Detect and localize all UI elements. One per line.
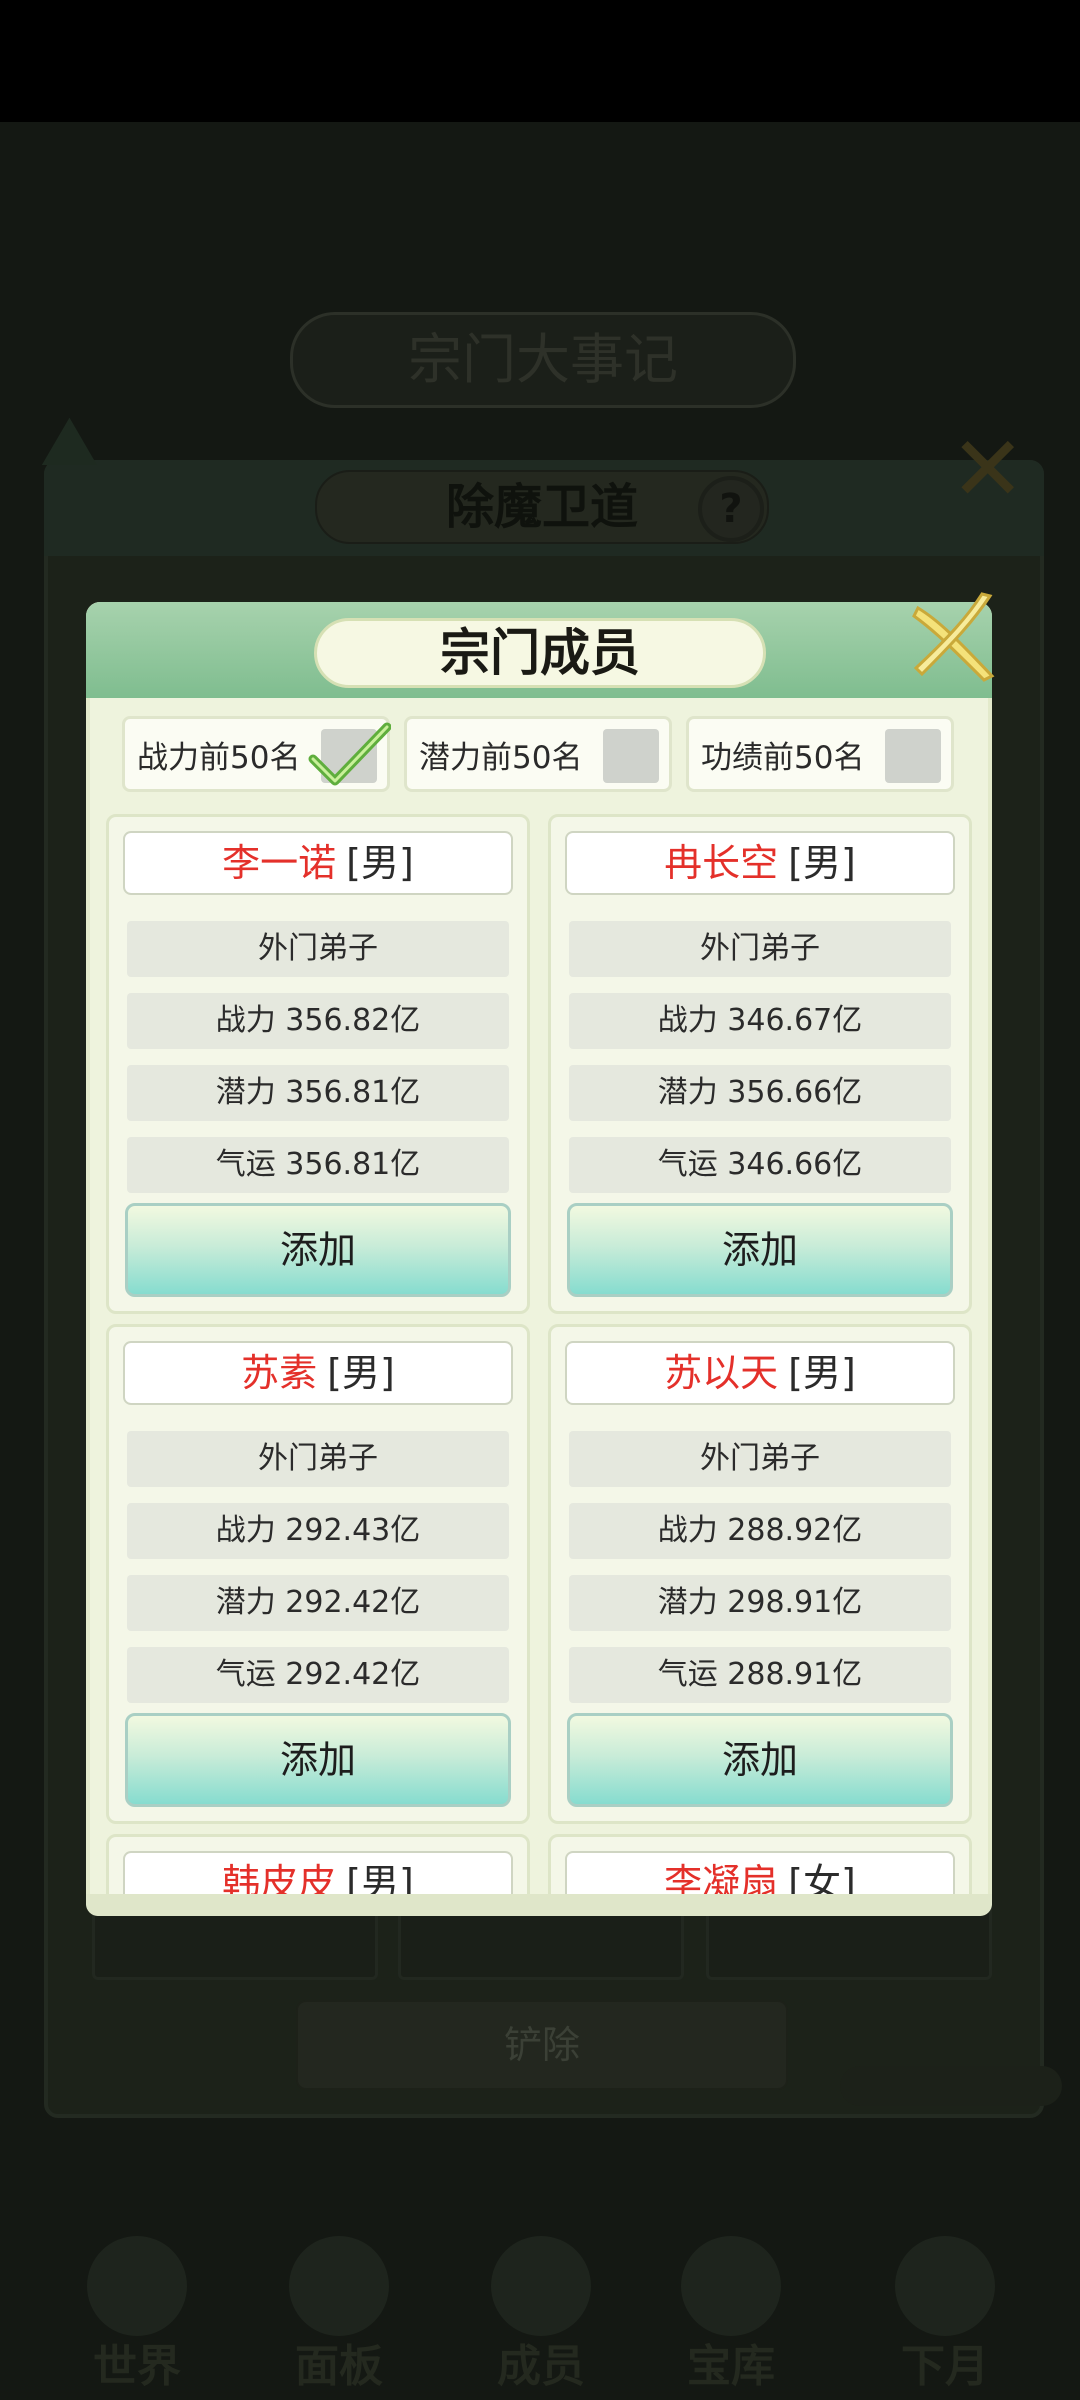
nav-item-members[interactable]: 成员 (466, 2230, 616, 2400)
filter-label: 潜力前50名 (419, 739, 583, 776)
add-member-button[interactable]: 添加 (567, 1713, 953, 1807)
member-name-plate: 李一诺 [男] (123, 831, 513, 895)
checkbox[interactable] (308, 722, 391, 786)
treasury-icon (681, 2236, 781, 2336)
member-gender: [男] (327, 1351, 395, 1395)
panel-icon (289, 2236, 389, 2336)
nav-label: 世界 (93, 2341, 181, 2392)
member-name: 冉长空 (664, 841, 779, 885)
nav-label: 成员 (497, 2341, 585, 2392)
member-name: 李一诺 (222, 841, 337, 885)
member-name: 李凝扇 (664, 1861, 779, 1894)
member-power: 战力 292.43亿 (127, 1503, 509, 1559)
checkbox[interactable] (603, 729, 659, 783)
remove-button[interactable]: 铲除 (296, 2000, 788, 2090)
member-card: 苏以天 [男] 外门弟子 战力 288.92亿 潜力 298.91亿 气运 288… (548, 1324, 972, 1824)
member-luck: 气运 346.66亿 (569, 1137, 951, 1193)
filter-merit-top50[interactable]: 功绩前50名 (686, 716, 954, 792)
member-gender: [女] (788, 1861, 856, 1894)
member-name: 韩皮皮 (222, 1861, 337, 1894)
status-bar-area (0, 0, 1080, 122)
member-name-plate: 冉长空 [男] (565, 831, 955, 895)
moon-icon (895, 2236, 995, 2336)
member-gender: [男] (788, 1351, 856, 1395)
member-potential: 潜力 292.42亿 (127, 1575, 509, 1631)
add-member-button[interactable]: 添加 (125, 1713, 511, 1807)
filter-power-top50[interactable]: 战力前50名 (122, 716, 391, 792)
nav-item-panel[interactable]: 面板 (264, 2230, 414, 2400)
background-close-icon[interactable]: ✕ (950, 425, 1030, 515)
member-name-plate: 李凝扇 [女] (565, 1851, 955, 1894)
member-card: 李凝扇 [女] (548, 1834, 972, 1894)
cloud-decor (840, 2066, 1062, 2106)
member-rank: 外门弟子 (127, 1431, 509, 1487)
member-gender: [男] (788, 841, 856, 885)
member-card: 李一诺 [男] 外门弟子 战力 356.82亿 潜力 356.81亿 气运 356… (106, 814, 530, 1314)
member-power: 战力 356.82亿 (127, 993, 509, 1049)
checkbox[interactable] (885, 729, 941, 783)
member-luck: 气运 288.91亿 (569, 1647, 951, 1703)
help-icon[interactable]: ? (698, 476, 764, 542)
nav-label: 面板 (295, 2341, 383, 2392)
close-icon[interactable] (908, 590, 1000, 682)
mountain-decor-icon: ⛰ (40, 400, 99, 482)
member-gender: [男] (346, 1861, 414, 1894)
member-potential: 潜力 356.66亿 (569, 1065, 951, 1121)
members-icon (491, 2236, 591, 2336)
checkmark-icon (308, 722, 391, 786)
dialog-bottom-edge (86, 1894, 992, 1916)
member-rank: 外门弟子 (569, 1431, 951, 1487)
member-card: 苏素 [男] 外门弟子 战力 292.43亿 潜力 292.42亿 气运 292.… (106, 1324, 530, 1824)
filter-label: 战力前50名 (137, 739, 301, 776)
member-card: 韩皮皮 [男] (106, 1834, 530, 1894)
member-list[interactable]: 李一诺 [男] 外门弟子 战力 356.82亿 潜力 356.81亿 气运 356… (100, 808, 980, 1894)
member-luck: 气运 292.42亿 (127, 1647, 509, 1703)
member-potential: 潜力 298.91亿 (569, 1575, 951, 1631)
nav-item-world[interactable]: 世界 (62, 2230, 212, 2400)
member-rank: 外门弟子 (127, 921, 509, 977)
member-name-plate: 苏素 [男] (123, 1341, 513, 1405)
nav-label: 下月 (901, 2341, 989, 2392)
nav-item-next-month[interactable]: 下月 (870, 2230, 1020, 2400)
member-potential: 潜力 356.81亿 (127, 1065, 509, 1121)
member-name: 苏以天 (664, 1351, 779, 1395)
nav-label: 宝库 (687, 2341, 775, 2392)
member-card: 冉长空 [男] 外门弟子 战力 346.67亿 潜力 356.66亿 气运 346… (548, 814, 972, 1314)
add-member-button[interactable]: 添加 (567, 1203, 953, 1297)
bottom-nav: 世界 面板 成员 宝库 下月 (0, 2230, 1080, 2400)
member-name: 苏素 (241, 1351, 318, 1395)
member-gender: [男] (346, 841, 414, 885)
member-power: 战力 346.67亿 (569, 993, 951, 1049)
member-name-plate: 苏以天 [男] (565, 1341, 955, 1405)
world-icon (87, 2236, 187, 2336)
member-name-plate: 韩皮皮 [男] (123, 1851, 513, 1894)
add-member-button[interactable]: 添加 (125, 1203, 511, 1297)
member-luck: 气运 356.81亿 (127, 1137, 509, 1193)
filter-potential-top50[interactable]: 潜力前50名 (404, 716, 672, 792)
nav-item-treasury[interactable]: 宝库 (656, 2230, 806, 2400)
member-rank: 外门弟子 (569, 921, 951, 977)
sect-events-title: 宗门大事记 (290, 312, 796, 408)
dialog-title: 宗门成员 (314, 618, 766, 688)
filter-label: 功绩前50名 (701, 739, 865, 776)
member-power: 战力 288.92亿 (569, 1503, 951, 1559)
